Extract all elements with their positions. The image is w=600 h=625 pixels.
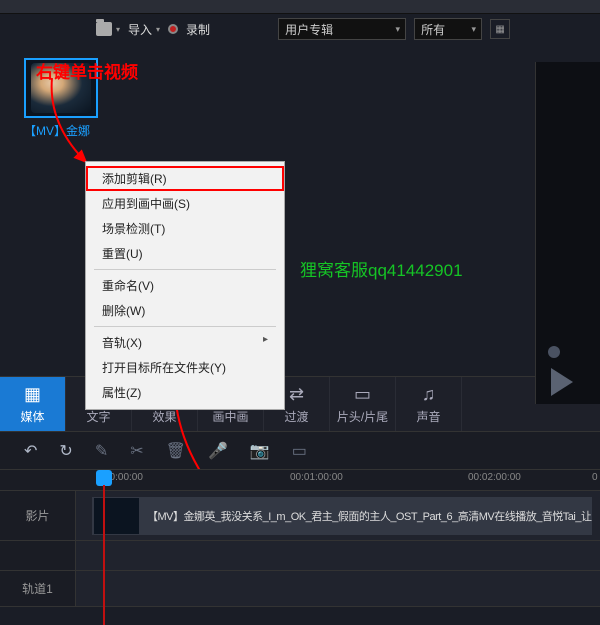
- intro-icon: ▭: [354, 384, 371, 406]
- undo-icon[interactable]: ↶: [24, 441, 37, 461]
- menu-scene-detect[interactable]: 场景检测(T): [86, 216, 284, 241]
- tab-sound[interactable]: ♫声音: [396, 377, 462, 431]
- menu-separator: [94, 269, 276, 270]
- tab-intro[interactable]: ▭片头/片尾: [330, 377, 396, 431]
- preview-scrubber[interactable]: [548, 346, 560, 358]
- timeline: 00:00:00 00:01:00:00 00:02:00:00 0 视频添加到…: [0, 469, 600, 607]
- cut-icon[interactable]: ✂: [130, 441, 143, 461]
- delete-icon[interactable]: 🗑: [166, 441, 186, 461]
- folder-icon[interactable]: [96, 22, 112, 36]
- import-label[interactable]: 导入: [128, 21, 152, 38]
- import-arrow2[interactable]: ▾: [156, 25, 160, 34]
- track-head-spacer: [0, 541, 76, 570]
- ruler-tick: 00:02:00:00: [468, 472, 521, 483]
- album-select[interactable]: 用户专辑: [278, 18, 406, 40]
- context-menu: 添加剪辑(R) 应用到画中画(S) 场景检测(T) 重置(U) 重命名(V) 删…: [85, 161, 285, 410]
- clip-label: 【MV】金娜英_我没关系_I_m_OK_君主_假面的主人_OST_Part_6_…: [147, 508, 592, 524]
- track-head-1: 轨道1: [0, 571, 76, 606]
- menu-separator: [94, 326, 276, 327]
- ruler-tick: 0: [592, 472, 598, 483]
- record-label[interactable]: 录制: [186, 21, 210, 38]
- clip-thumb: [94, 498, 139, 534]
- track-body-spacer[interactable]: [76, 541, 600, 570]
- menu-open-folder[interactable]: 打开目标所在文件夹(Y): [86, 355, 284, 380]
- transition-icon: ⇄: [289, 384, 304, 406]
- record-icon[interactable]: [168, 24, 178, 34]
- redo-icon[interactable]: ↻: [59, 441, 72, 461]
- menu-properties[interactable]: 属性(Z): [86, 380, 284, 405]
- ruler-tick: 00:01:00:00: [290, 472, 343, 483]
- mic-icon[interactable]: 🎤: [208, 441, 228, 461]
- export-icon[interactable]: ▭: [292, 441, 307, 461]
- preview-pane: [535, 62, 600, 404]
- filter-select[interactable]: 所有: [414, 18, 482, 40]
- import-dropdown-arrow[interactable]: ▾: [116, 25, 120, 34]
- annotation-watermark: 狸窝客服qq41442901: [300, 256, 463, 281]
- menu-audio[interactable]: 音轨(X): [86, 330, 284, 355]
- view-grid-button[interactable]: ▦: [490, 19, 510, 39]
- playhead[interactable]: [96, 470, 112, 486]
- menu-add-clip[interactable]: 添加剪辑(R): [86, 166, 284, 191]
- track-head-film: 影片: [0, 491, 76, 540]
- sound-icon: ♫: [422, 384, 436, 406]
- track-spacer: [0, 541, 600, 571]
- menu-rename[interactable]: 重命名(V): [86, 273, 284, 298]
- menu-reset[interactable]: 重置(U): [86, 241, 284, 266]
- track-body-film[interactable]: 【MV】金娜英_我没关系_I_m_OK_君主_假面的主人_OST_Part_6_…: [76, 491, 600, 540]
- track-film: 影片 【MV】金娜英_我没关系_I_m_OK_君主_假面的主人_OST_Part…: [0, 491, 600, 541]
- play-button[interactable]: [551, 368, 573, 396]
- video-clip[interactable]: 【MV】金娜英_我没关系_I_m_OK_君主_假面的主人_OST_Part_6_…: [92, 497, 592, 535]
- timeline-ruler[interactable]: 00:00:00 00:01:00:00 00:02:00:00 0: [0, 469, 600, 491]
- media-icon: ▦: [24, 384, 41, 406]
- snapshot-icon[interactable]: 📷: [250, 441, 270, 461]
- tab-media[interactable]: ▦媒体: [0, 377, 66, 431]
- track-body-1[interactable]: [76, 571, 600, 606]
- menu-delete[interactable]: 删除(W): [86, 298, 284, 323]
- thumbnail-label: 【MV】金娜: [24, 122, 104, 139]
- edit-icon[interactable]: ✎: [95, 441, 108, 461]
- timeline-toolbar: ↶ ↻ ✎ ✂ 🗑 🎤 📷 ▭: [0, 431, 600, 469]
- track-1: 轨道1: [0, 571, 600, 607]
- menu-apply-pip[interactable]: 应用到画中画(S): [86, 191, 284, 216]
- annotation-right-click: 右键单击视频: [36, 58, 138, 83]
